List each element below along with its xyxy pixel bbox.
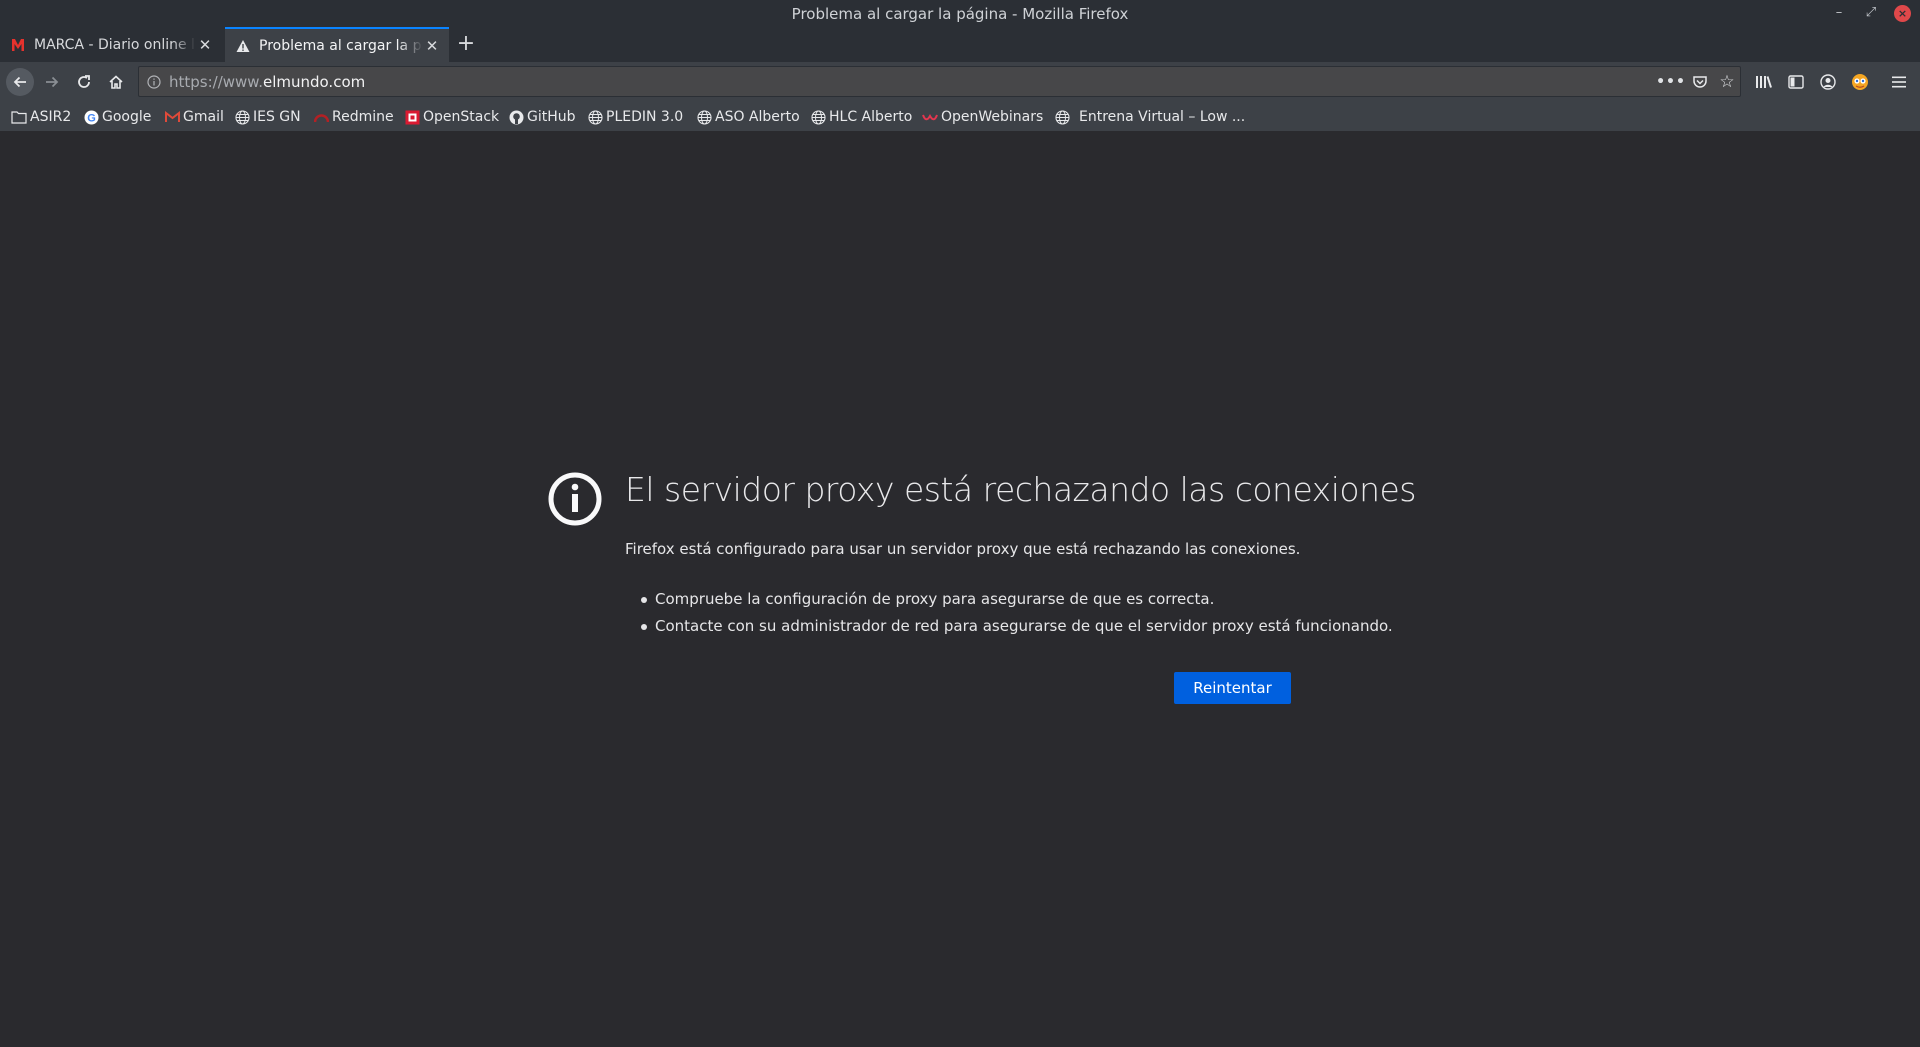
bookmark-github[interactable]: GitHub <box>508 107 576 127</box>
back-arrow-icon <box>13 76 26 88</box>
window-titlebar: Problema al cargar la página - Mozilla F… <box>0 0 1920 27</box>
bookmark-label: HLC Alberto <box>829 109 913 125</box>
bookmark-openstack[interactable]: OpenStack <box>404 107 499 127</box>
error-description: Firefox está configurado para usar un se… <box>625 540 1301 558</box>
bookmarks-toolbar: ASIR2 G Google Gmail IES GN Redmine Open… <box>0 101 1920 132</box>
close-window-button[interactable]: × <box>1894 5 1911 22</box>
bookmark-label: PLEDIN 3.0 <box>606 109 684 125</box>
globe-icon <box>810 109 826 125</box>
globe-icon <box>234 109 250 125</box>
bookmark-label: Entrena Virtual – Low ... <box>1079 109 1246 125</box>
bookmark-google[interactable]: G Google <box>83 107 151 127</box>
marca-favicon-icon <box>10 37 26 53</box>
bookmark-entrena-virtual[interactable]: Entrena Virtual – Low ... <box>1054 107 1245 127</box>
openstack-icon <box>404 109 420 125</box>
forward-arrow-icon <box>46 76 59 88</box>
bookmark-label: Gmail <box>183 109 224 125</box>
tab-strip: MARCA - Diario online líder ✕ Problema a… <box>0 27 1920 62</box>
site-info-icon[interactable] <box>147 74 161 93</box>
url-domain: elmundo.com <box>262 73 366 91</box>
github-icon <box>508 109 524 125</box>
retry-button[interactable]: Reintentar <box>1174 672 1291 704</box>
bookmark-label: OpenStack <box>423 109 500 125</box>
bookmark-star-icon[interactable]: ☆ <box>1717 72 1737 92</box>
folder-icon <box>11 109 27 125</box>
bookmark-openwebinars[interactable]: OpenWebinars <box>922 107 1043 127</box>
bookmark-aso-alberto[interactable]: ASO Alberto <box>696 107 800 127</box>
reload-icon <box>78 75 90 88</box>
home-button[interactable] <box>102 68 130 96</box>
tab-label: MARCA - Diario online líder <box>34 36 196 53</box>
new-tab-button[interactable]: + <box>455 29 477 59</box>
bookmark-asir2[interactable]: ASIR2 <box>11 107 71 127</box>
globe-icon <box>587 109 603 125</box>
redmine-icon <box>313 109 329 125</box>
gmail-icon <box>164 109 180 125</box>
bookmark-ies-gn[interactable]: IES GN <box>234 107 301 127</box>
bookmark-label: ASO Alberto <box>715 109 800 125</box>
tab-marca[interactable]: MARCA - Diario online líder ✕ <box>0 27 222 62</box>
error-suggestions-list: Compruebe la configuración de proxy para… <box>641 590 1393 644</box>
globe-icon <box>1054 109 1070 125</box>
bookmark-label: Redmine <box>332 109 394 125</box>
forward-button[interactable] <box>38 68 66 96</box>
url-bar[interactable]: https://www.elmundo.com ••• ☆ <box>138 66 1741 97</box>
navigation-toolbar: https://www.elmundo.com ••• ☆ <box>0 62 1920 101</box>
tab-error-page[interactable]: Problema al cargar la página ✕ <box>225 27 449 62</box>
back-button[interactable] <box>6 68 34 96</box>
pocket-icon[interactable] <box>1690 73 1710 91</box>
url-text[interactable]: https://www.elmundo.com <box>169 73 365 91</box>
account-icon[interactable] <box>1817 71 1839 93</box>
page-actions-button[interactable]: ••• <box>1656 73 1685 91</box>
bookmark-gmail[interactable]: Gmail <box>164 107 224 127</box>
tab-label: Problema al cargar la página <box>259 37 423 54</box>
warning-icon <box>235 38 251 54</box>
bookmark-redmine[interactable]: Redmine <box>313 107 394 127</box>
bookmark-label: IES GN <box>253 109 301 125</box>
close-tab-icon[interactable]: ✕ <box>423 37 441 55</box>
maximize-button[interactable]: ⤢ <box>1862 4 1880 22</box>
info-icon <box>548 472 602 526</box>
library-icon[interactable] <box>1753 71 1775 93</box>
home-icon <box>109 75 123 89</box>
sidebar-toggle-icon[interactable] <box>1785 71 1807 93</box>
error-title: El servidor proxy está rechazando las co… <box>625 470 1416 509</box>
google-icon: G <box>83 109 99 125</box>
bookmark-label: ASIR2 <box>30 109 72 125</box>
url-prefix: https://www. <box>169 73 263 91</box>
reload-button[interactable] <box>70 68 98 96</box>
window-title: Problema al cargar la página - Mozilla F… <box>791 5 1129 23</box>
bookmark-pledin[interactable]: PLEDIN 3.0 <box>587 107 683 127</box>
minimize-button[interactable]: – <box>1830 4 1848 22</box>
hamburger-menu-icon[interactable] <box>1888 71 1910 93</box>
close-tab-icon[interactable]: ✕ <box>196 36 214 54</box>
bookmark-label: OpenWebinars <box>941 109 1044 125</box>
bookmark-label: GitHub <box>527 109 576 125</box>
extension-icon[interactable] <box>1849 71 1871 93</box>
openwebinars-icon <box>922 109 938 125</box>
svg-text:G: G <box>87 112 96 124</box>
suggestion-item: Compruebe la configuración de proxy para… <box>641 590 1393 617</box>
bookmark-label: Google <box>102 109 152 125</box>
bookmark-hlc-alberto[interactable]: HLC Alberto <box>810 107 912 127</box>
suggestion-item: Contacte con su administrador de red par… <box>641 617 1393 644</box>
globe-icon <box>696 109 712 125</box>
